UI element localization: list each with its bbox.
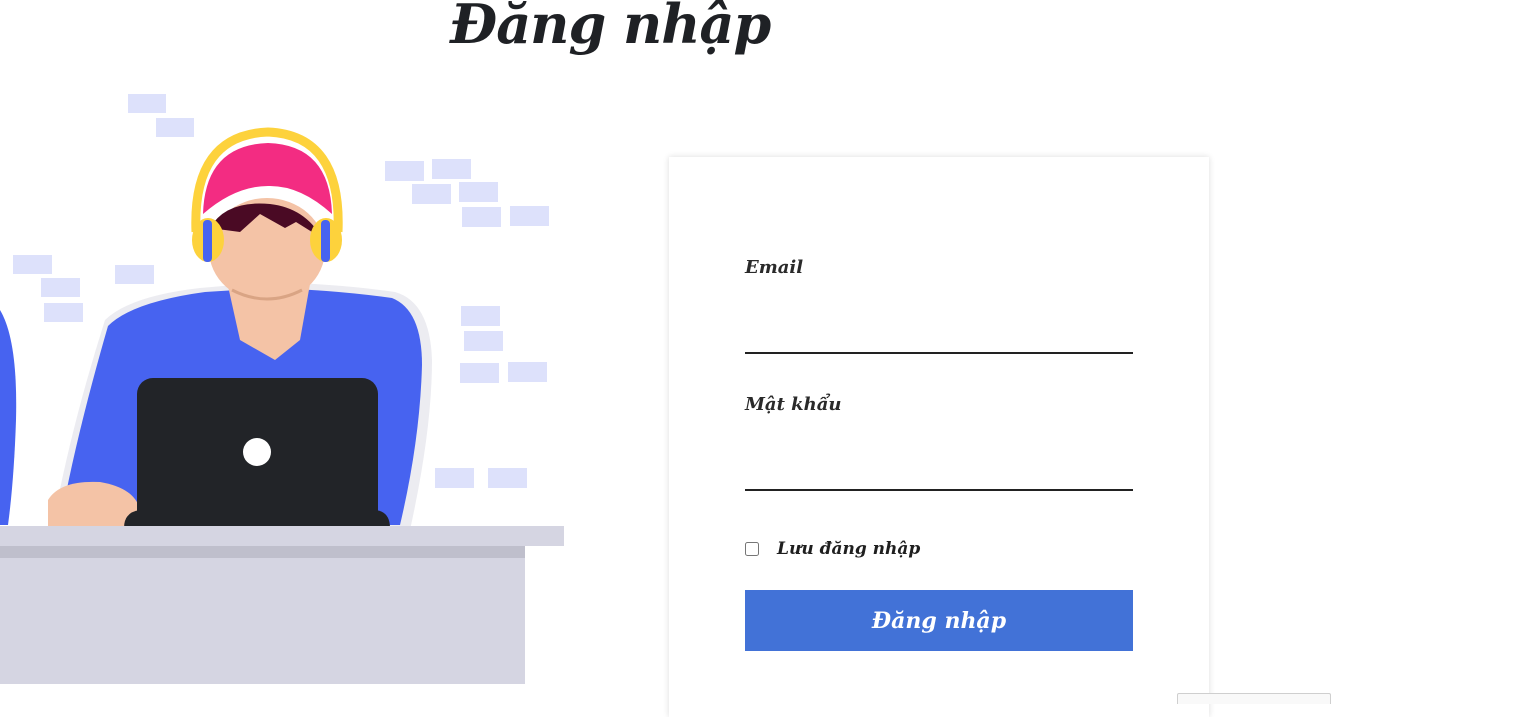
password-label: Mật khẩu (745, 394, 842, 415)
password-field[interactable] (745, 453, 1133, 491)
remember-me-checkbox[interactable] (745, 542, 759, 556)
page-title: Đăng nhập (450, 0, 771, 56)
remember-me-label[interactable]: Lưu đăng nhập (777, 539, 920, 559)
login-card: Email Mật khẩu Lưu đăng nhập Đăng nhập (669, 157, 1209, 717)
email-label: Email (745, 257, 804, 278)
person-with-laptop-illustration (0, 94, 564, 684)
login-button[interactable]: Đăng nhập (745, 590, 1133, 651)
remember-me-row: Lưu đăng nhập (745, 539, 920, 559)
recaptcha-badge[interactable] (1177, 693, 1331, 704)
email-field[interactable] (745, 316, 1133, 354)
